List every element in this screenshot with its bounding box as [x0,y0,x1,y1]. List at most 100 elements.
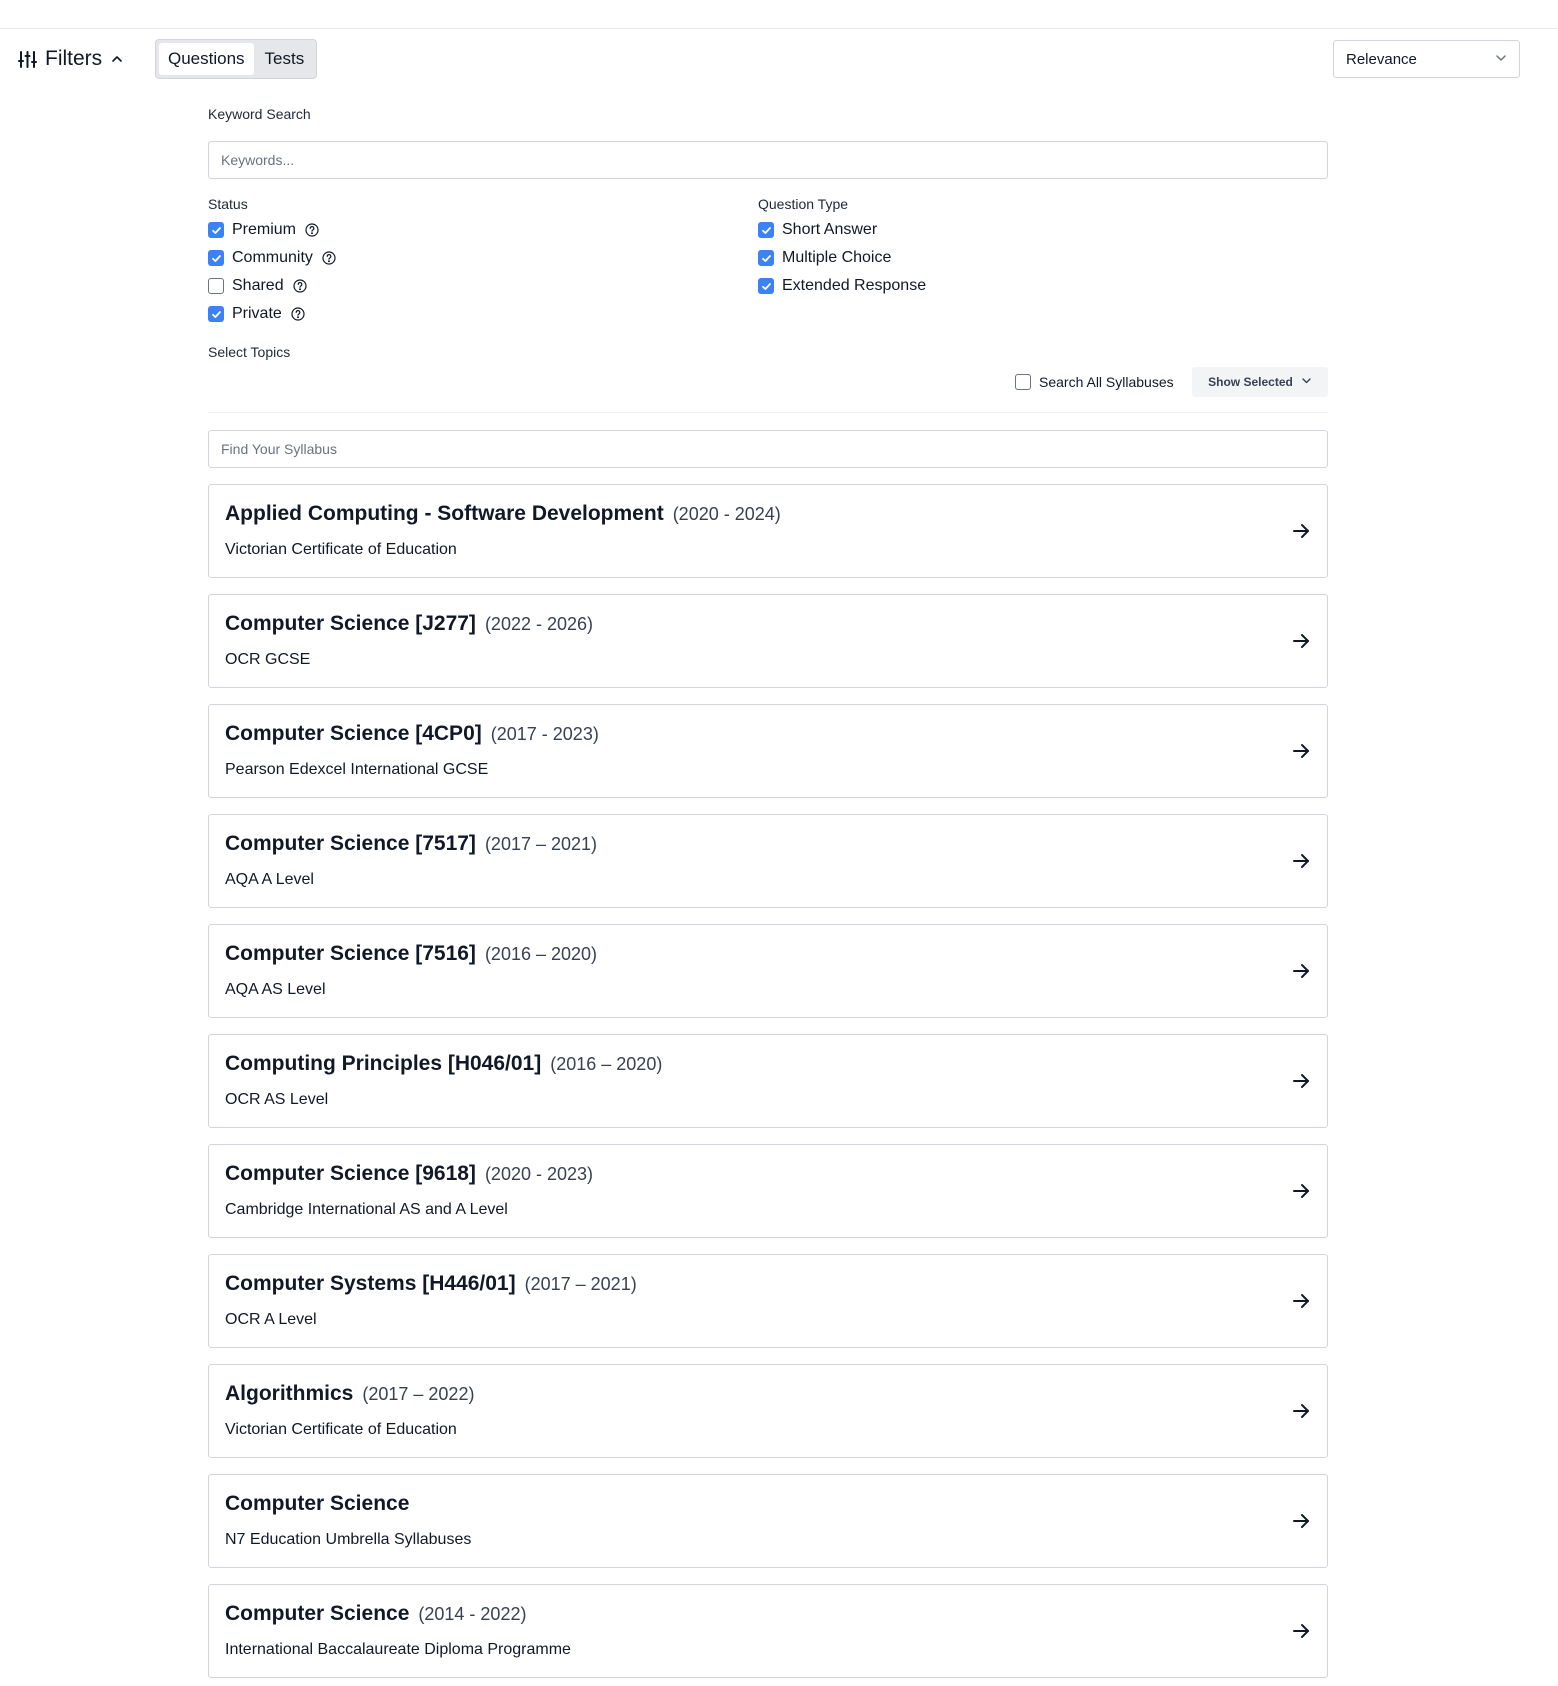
syllabus-years: (2014 - 2022) [418,1604,527,1624]
syllabus-card[interactable]: Computer Science [7517] (2017 – 2021) AQA… [208,814,1328,908]
syllabus-board: Victorian Certificate of Education [225,1421,457,1438]
sliders-icon [18,50,37,69]
syllabus-years: (2017 – 2021) [484,834,598,854]
syllabus-card[interactable]: Computer Science [7516] (2016 – 2020) AQA… [208,924,1328,1018]
help-icon[interactable] [305,223,319,237]
premium-checkbox[interactable] [208,222,224,238]
syllabus-years: (2016 – 2020) [550,1054,663,1074]
syllabus-years: (2020 - 2024) [672,504,781,524]
syllabus-title: Computer Science [225,1492,410,1515]
arrow-right-icon [1291,961,1311,986]
tab-tests[interactable]: Tests [256,43,314,75]
extended-response-checkbox[interactable] [758,278,774,294]
search-all-checkbox[interactable] [1015,374,1031,390]
syllabus-board: AQA A Level [225,871,314,888]
syllabus-board: OCR GCSE [225,651,311,668]
topics-divider [208,412,1328,413]
show-selected-label: Show Selected [1208,375,1293,389]
syllabus-title: Computer Science [225,1602,410,1625]
syllabus-years: (2017 – 2021) [524,1274,637,1294]
arrow-right-icon [1291,741,1311,766]
syllabus-title: Computing Principles [H046/01] [225,1052,542,1075]
community-checkbox[interactable] [208,250,224,266]
status-option-premium: Premium [208,218,319,242]
chevron-up-icon [110,52,124,66]
arrow-right-icon [1291,521,1311,546]
syllabus-card[interactable]: Computer Science [4CP0] (2017 - 2023) Pea… [208,704,1328,798]
multiple-choice-checkbox[interactable] [758,250,774,266]
community-label: Community [232,249,313,266]
extended-response-label: Extended Response [782,277,927,294]
syllabus-board: OCR AS Level [225,1091,329,1108]
short-answer-label: Short Answer [782,221,878,238]
syllabus-card[interactable]: Computer Science (2014 - 2022) Internatio… [208,1584,1328,1678]
content-type-switch: Questions Tests [155,39,318,79]
chevron-down-icon [1495,51,1507,68]
question-type-option-multiple-choice: Multiple Choice [758,246,891,270]
syllabus-years: (2017 - 2023) [490,724,599,744]
syllabus-board: Cambridge International AS and A Level [225,1201,508,1218]
keyword-search-label: Keyword Search [208,106,311,122]
question-type-option-short-answer: Short Answer [758,218,877,242]
status-option-community: Community [208,246,336,270]
select-topics-label: Select Topics [208,344,291,360]
syllabus-title: Computer Science [4CP0] [225,722,482,745]
private-checkbox[interactable] [208,306,224,322]
sort-value: Relevance [1346,50,1417,68]
search-all-syllabuses: Search All Syllabuses [1015,371,1174,393]
help-icon[interactable] [322,251,336,265]
syllabus-card[interactable]: Applied Computing - Software Development… [208,484,1328,578]
syllabus-card[interactable]: Computer Science N7 Education Umbrella S… [208,1474,1328,1568]
show-selected-button[interactable]: Show Selected [1192,367,1328,397]
filters-label: Filters [45,47,103,70]
arrow-right-icon [1291,1401,1311,1426]
syllabus-board: OCR A Level [225,1311,317,1328]
question-type-option-extended-response: Extended Response [758,274,926,298]
status-label: Status [208,196,248,212]
syllabus-title: Computer Science [J277] [225,612,476,635]
syllabus-card[interactable]: Computing Principles [H046/01] (2016 – 20… [208,1034,1328,1128]
search-all-label: Search All Syllabuses [1039,374,1174,390]
multiple-choice-label: Multiple Choice [782,249,892,266]
short-answer-checkbox[interactable] [758,222,774,238]
arrow-right-icon [1291,631,1311,656]
sort-select[interactable]: Relevance [1333,40,1520,78]
help-icon[interactable] [291,307,305,321]
syllabus-years: (2016 – 2020) [484,944,598,964]
syllabus-search-input[interactable] [208,430,1328,468]
syllabus-board: Pearson Edexcel International GCSE [225,761,489,778]
shared-checkbox[interactable] [208,278,224,294]
premium-label: Premium [232,221,297,238]
syllabus-board: N7 Education Umbrella Syllabuses [225,1531,472,1548]
keyword-search-input[interactable] [208,141,1328,179]
private-label: Private [232,305,282,322]
filters-toggle[interactable]: Filters [18,44,124,74]
top-divider [0,28,1558,29]
syllabus-card[interactable]: Computer Systems [H446/01] (2017 – 2021) … [208,1254,1328,1348]
syllabus-board: AQA AS Level [225,981,326,998]
tab-questions[interactable]: Questions [159,43,254,75]
status-option-private: Private [208,302,305,326]
arrow-right-icon [1291,1511,1311,1536]
syllabus-title: Computer Science [9618] [225,1162,476,1185]
arrow-right-icon [1291,1071,1311,1096]
question-type-label: Question Type [758,196,849,212]
arrow-right-icon [1291,1291,1311,1316]
syllabus-title: Applied Computing - Software Development [225,502,664,525]
arrow-right-icon [1291,1181,1311,1206]
help-icon[interactable] [292,279,307,293]
syllabus-title: Algorithmics [225,1382,354,1405]
syllabus-title: Computer Systems [H446/01] [225,1272,516,1295]
syllabus-title: Computer Science [7516] [225,942,476,965]
syllabus-years: (2022 - 2026) [484,614,594,634]
status-option-shared: Shared [208,274,307,298]
syllabus-title: Computer Science [7517] [225,832,476,855]
syllabus-years: (2020 - 2023) [484,1164,594,1184]
syllabus-board: Victorian Certificate of Education [225,541,457,558]
syllabus-card[interactable]: Computer Science [J277] (2022 - 2026) OCR… [208,594,1328,688]
arrow-right-icon [1291,1621,1311,1646]
syllabus-card[interactable]: Computer Science [9618] (2020 - 2023) Cam… [208,1144,1328,1238]
chevron-down-icon [1301,375,1312,389]
syllabus-card[interactable]: Algorithmics (2017 – 2022) Victorian Cert… [208,1364,1328,1458]
syllabus-list: Applied Computing - Software Development… [208,484,1328,1686]
